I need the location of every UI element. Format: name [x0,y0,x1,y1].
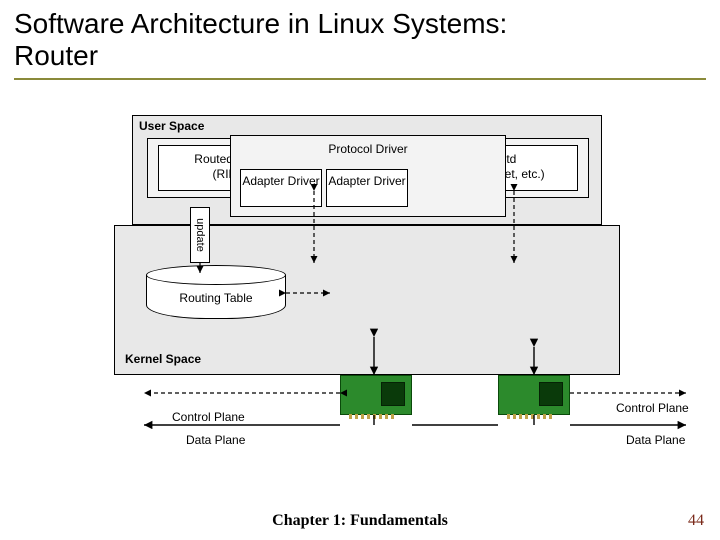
protocol-driver-label: Protocol Driver [328,142,407,156]
control-plane-left: Control Plane [172,410,245,424]
adapter-driver-1: Adapter Driver [240,169,322,207]
slide-title: Software Architecture in Linux Systems: … [0,0,720,78]
update-box: update [190,207,210,263]
title-line1: Software Architecture in Linux Systems: [14,8,507,39]
nic-card-1 [340,375,412,415]
adapter-driver-2: Adapter Driver [326,169,408,207]
kernel-space-label: Kernel Space [125,352,201,366]
data-plane-left: Data Plane [186,433,245,447]
diagram-stage: Kernel Space User Space Routed (RIP) / g… [14,95,706,475]
user-space-label: User Space [139,119,204,133]
control-plane-right: Control Plane [616,401,689,415]
nic-card-2 [498,375,570,415]
page-number: 44 [688,512,704,530]
chapter-label: Chapter 1: Fundamentals [0,512,720,530]
data-plane-right: Data Plane [626,433,685,447]
title-line2: Router [14,40,98,71]
cylinder-top [146,265,286,285]
routing-table-label: Routing Table [146,291,286,305]
routing-table-cylinder: Routing Table [146,265,286,321]
update-label: update [194,218,206,252]
title-underline [14,78,706,80]
